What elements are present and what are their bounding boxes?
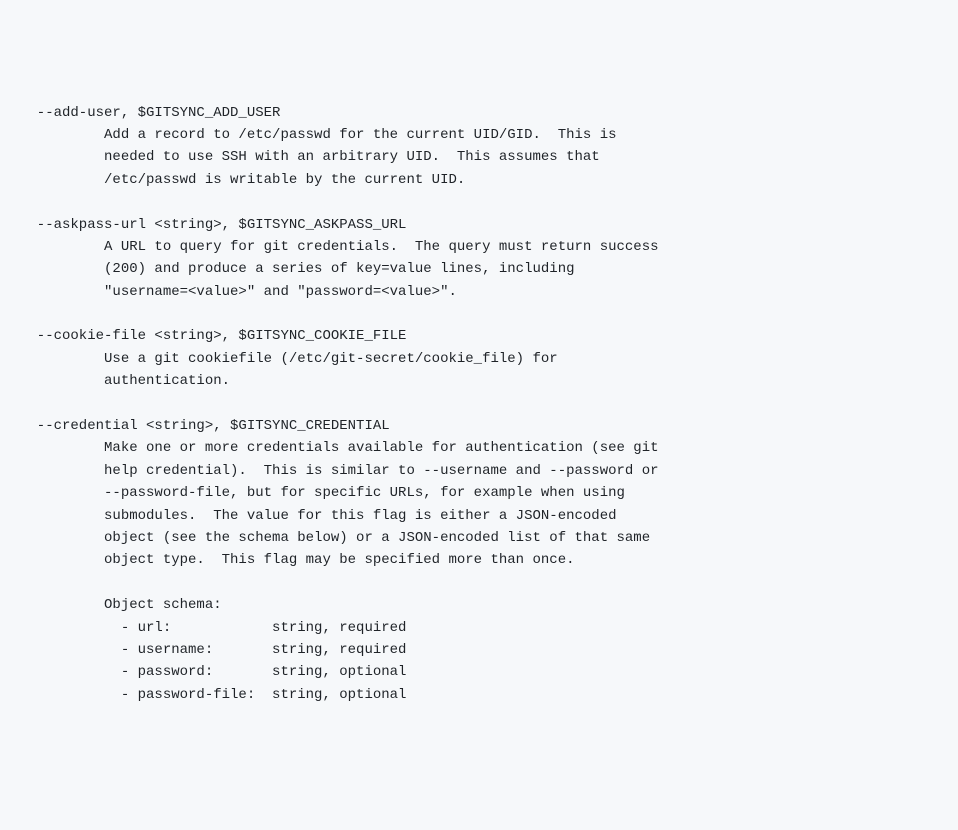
documentation-block: --add-user, $GITSYNC_ADD_USER Add a reco… bbox=[20, 102, 938, 707]
doc-text: --add-user, $GITSYNC_ADD_USER Add a reco… bbox=[20, 105, 659, 703]
